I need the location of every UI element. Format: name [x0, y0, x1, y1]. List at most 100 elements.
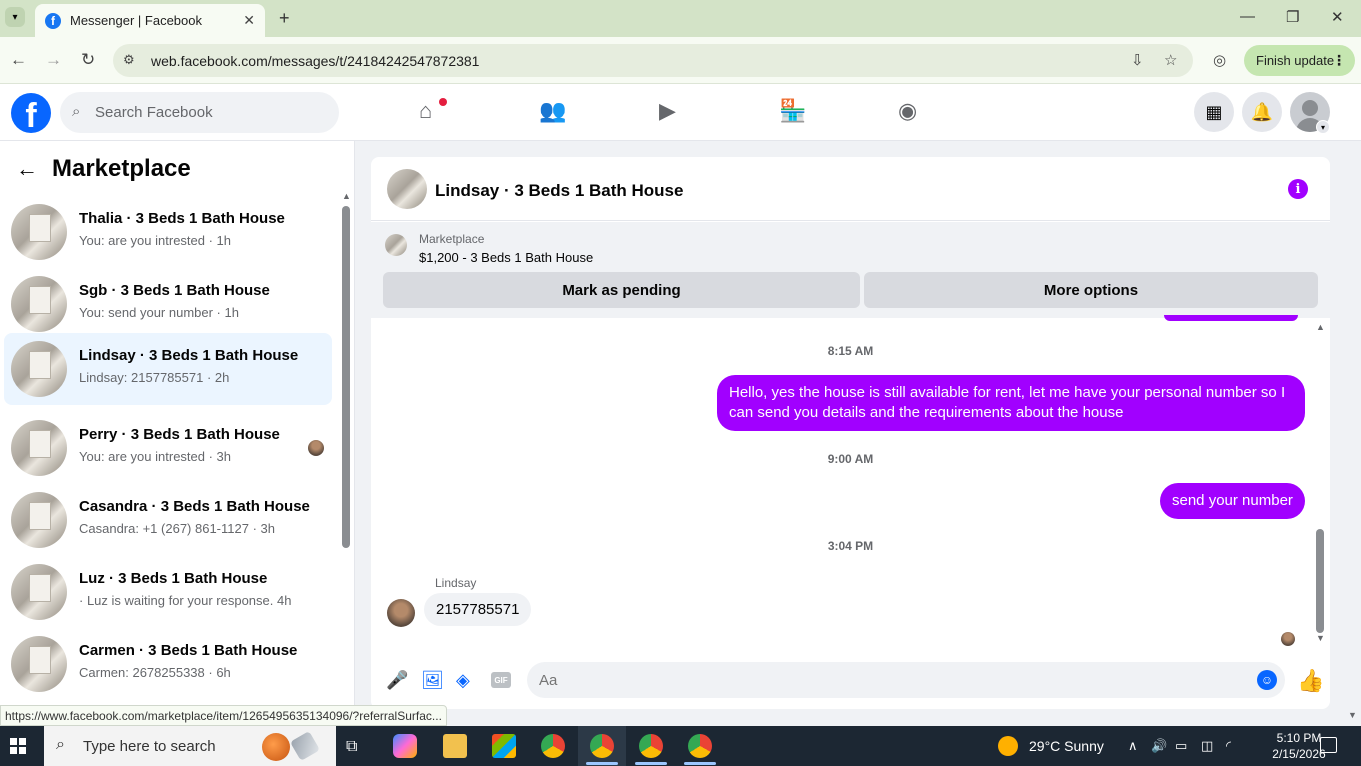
- message-input[interactable]: [527, 662, 1285, 698]
- reload-icon[interactable]: ↻: [81, 50, 95, 70]
- chat-title[interactable]: Lindsay · 3 Beds 1 Bath House: [435, 181, 683, 201]
- browser-menu-icon[interactable]: ⋮: [1332, 52, 1346, 69]
- tab-title: Messenger | Facebook: [70, 13, 202, 28]
- sidebar-scrollbar[interactable]: [342, 206, 350, 548]
- sender-avatar[interactable]: [387, 599, 415, 627]
- marketplace-listing-bar: Marketplace $1,200 - 3 Beds 1 Bath House…: [371, 222, 1330, 318]
- tab-search-chevron-icon[interactable]: ▾: [5, 7, 25, 27]
- conversation-name: Lindsay · 3 Beds 1 Bath House: [79, 347, 299, 364]
- video-icon[interactable]: ▶: [659, 98, 676, 124]
- install-app-icon[interactable]: ⇩: [1131, 51, 1144, 69]
- page-scroll-down-icon[interactable]: ▼: [1348, 710, 1357, 720]
- back-arrow-icon[interactable]: ←: [16, 156, 38, 182]
- chrome-profile-icon[interactable]: [635, 734, 667, 765]
- facebook-search-input[interactable]: ⌕ Search Facebook: [60, 92, 339, 133]
- chat-listing-thumbnail[interactable]: [387, 169, 427, 209]
- weather-text[interactable]: 29°C Sunny: [1029, 738, 1104, 754]
- scroll-up-arrow-icon[interactable]: ▲: [342, 191, 351, 201]
- taskbar-clock[interactable]: 5:10 PM 2/15/2026: [1271, 730, 1327, 762]
- chat-scrollbar[interactable]: [1316, 529, 1324, 633]
- copilot-icon[interactable]: [393, 734, 417, 758]
- account-chevron-icon[interactable]: ▾: [1316, 120, 1330, 134]
- conversation-item-casandra[interactable]: Casandra · 3 Beds 1 Bath House Casandra:…: [4, 484, 332, 556]
- listing-mini-thumbnail: [385, 234, 407, 256]
- outgoing-message[interactable]: send your number: [1160, 483, 1305, 519]
- conversation-preview: Casandra: +1 (267) 861-1127 · 3h: [79, 521, 275, 536]
- taskbar-search-input[interactable]: ⌕ Type here to search: [44, 726, 336, 766]
- file-explorer-icon[interactable]: [443, 734, 467, 758]
- close-tab-icon[interactable]: ✕: [243, 12, 255, 29]
- info-icon[interactable]: i: [1288, 179, 1308, 199]
- battery-icon[interactable]: ▭: [1175, 738, 1187, 754]
- outgoing-message[interactable]: Hello, yes the house is still available …: [717, 375, 1305, 431]
- incoming-message[interactable]: 2157785571: [424, 593, 532, 626]
- emoji-icon[interactable]: ☺: [1257, 670, 1277, 690]
- link-status-url: https://www.facebook.com/marketplace/ite…: [0, 705, 447, 726]
- mark-as-pending-button[interactable]: Mark as pending: [383, 272, 860, 308]
- seen-avatar: [308, 440, 324, 456]
- marketplace-icon[interactable]: 🏪: [779, 98, 806, 124]
- gif-icon[interactable]: GIF: [491, 672, 511, 688]
- profile-icon[interactable]: ◎: [1213, 51, 1226, 69]
- volume-icon[interactable]: 🔊: [1151, 738, 1167, 754]
- friends-icon[interactable]: 👥: [539, 98, 566, 124]
- chrome-active-icon[interactable]: [586, 734, 618, 765]
- chrome-profile-p-icon[interactable]: [541, 734, 565, 758]
- url-text: web.facebook.com/messages/t/241842425478…: [151, 52, 480, 69]
- chat-scroll-up-icon[interactable]: ▲: [1316, 322, 1325, 332]
- sun-weather-icon[interactable]: [998, 736, 1018, 756]
- conversation-preview: · Luz is waiting for your response. 4h: [79, 593, 292, 608]
- notification-center-icon[interactable]: [1320, 737, 1337, 753]
- windows-taskbar: ⌕ Type here to search ⧉ 29°C Sunny ∧ 🔊 ▭…: [0, 726, 1361, 766]
- facebook-logo-icon[interactable]: f: [11, 93, 51, 133]
- wifi-icon[interactable]: ◜: [1226, 738, 1231, 754]
- camera-icon[interactable]: ◫: [1201, 738, 1213, 754]
- minimize-icon[interactable]: —: [1240, 8, 1255, 25]
- bookmark-star-icon[interactable]: ☆: [1164, 51, 1177, 69]
- more-options-button[interactable]: More options: [864, 272, 1318, 308]
- windows-start-icon[interactable]: [10, 738, 26, 754]
- microphone-icon[interactable]: 🎤: [386, 670, 408, 691]
- listing-thumbnail: [11, 564, 67, 620]
- restore-icon[interactable]: ❐: [1286, 8, 1299, 26]
- conversation-item-luz[interactable]: Luz · 3 Beds 1 Bath House · Luz is waiti…: [4, 556, 332, 628]
- finish-update-button[interactable]: Finish update ⋮: [1244, 45, 1355, 76]
- notifications-bell-icon[interactable]: 🔔: [1242, 92, 1282, 132]
- clock-date: 2/15/2026: [1272, 747, 1326, 761]
- home-icon[interactable]: ⌂: [419, 98, 432, 124]
- conversation-item-sgb[interactable]: Sgb · 3 Beds 1 Bath House You: send your…: [4, 268, 332, 340]
- address-bar-row: ← → ↻ ⚙ web.facebook.com/messages/t/2418…: [0, 37, 1361, 84]
- conversation-item-lindsay[interactable]: Lindsay · 3 Beds 1 Bath House Lindsay: 2…: [4, 333, 332, 405]
- menu-grid-icon[interactable]: ▦: [1194, 92, 1234, 132]
- microsoft-store-icon[interactable]: [492, 734, 516, 758]
- conversation-name: Luz · 3 Beds 1 Bath House: [79, 570, 268, 587]
- conversation-name: Thalia · 3 Beds 1 Bath House: [79, 210, 285, 227]
- conversation-item-carmen[interactable]: Carmen · 3 Beds 1 Bath House Carmen: 267…: [4, 628, 332, 700]
- conversation-name: Carmen · 3 Beds 1 Bath House: [79, 642, 298, 659]
- facebook-header: f ⌕ Search Facebook ⌂ 👥 ▶ 🏪 ◉ ▦ 🔔 ▾: [0, 84, 1361, 141]
- back-icon[interactable]: ←: [10, 50, 27, 70]
- site-info-icon[interactable]: ⚙: [123, 52, 135, 68]
- thumbs-up-icon[interactable]: 👍: [1297, 668, 1324, 694]
- listing-thumbnail: [11, 341, 67, 397]
- listing-price-title[interactable]: $1,200 - 3 Beds 1 Bath House: [419, 250, 593, 265]
- chat-scroll-down-icon[interactable]: ▼: [1316, 633, 1325, 643]
- conversation-preview: Carmen: 2678255338 · 6h: [79, 665, 231, 680]
- search-highlight-whistle-icon[interactable]: [289, 730, 321, 762]
- close-window-icon[interactable]: ✕: [1331, 8, 1344, 26]
- search-highlight-basketball-icon[interactable]: [262, 733, 290, 761]
- groups-icon[interactable]: ◉: [898, 98, 917, 124]
- browser-tab[interactable]: f Messenger | Facebook ✕: [35, 4, 265, 37]
- conversation-item-perry[interactable]: Perry · 3 Beds 1 Bath House You: are you…: [4, 412, 332, 484]
- photo-icon[interactable]: 🖼: [421, 670, 444, 691]
- new-tab-icon[interactable]: +: [279, 8, 290, 29]
- task-view-icon[interactable]: ⧉: [346, 738, 357, 756]
- message-composer: 🎤 🖼 ◈ GIF ☺ 👍: [371, 657, 1330, 709]
- chrome-profile-2-icon[interactable]: [684, 734, 716, 765]
- conversation-preview: You: are you intrested · 3h: [79, 449, 232, 464]
- forward-icon[interactable]: →: [45, 50, 62, 70]
- tray-chevron-icon[interactable]: ∧: [1128, 738, 1138, 754]
- sticker-icon[interactable]: ◈: [456, 670, 470, 691]
- url-field[interactable]: ⚙ web.facebook.com/messages/t/2418424254…: [113, 44, 1193, 77]
- conversation-item-thalia[interactable]: Thalia · 3 Beds 1 Bath House You: are yo…: [4, 196, 332, 268]
